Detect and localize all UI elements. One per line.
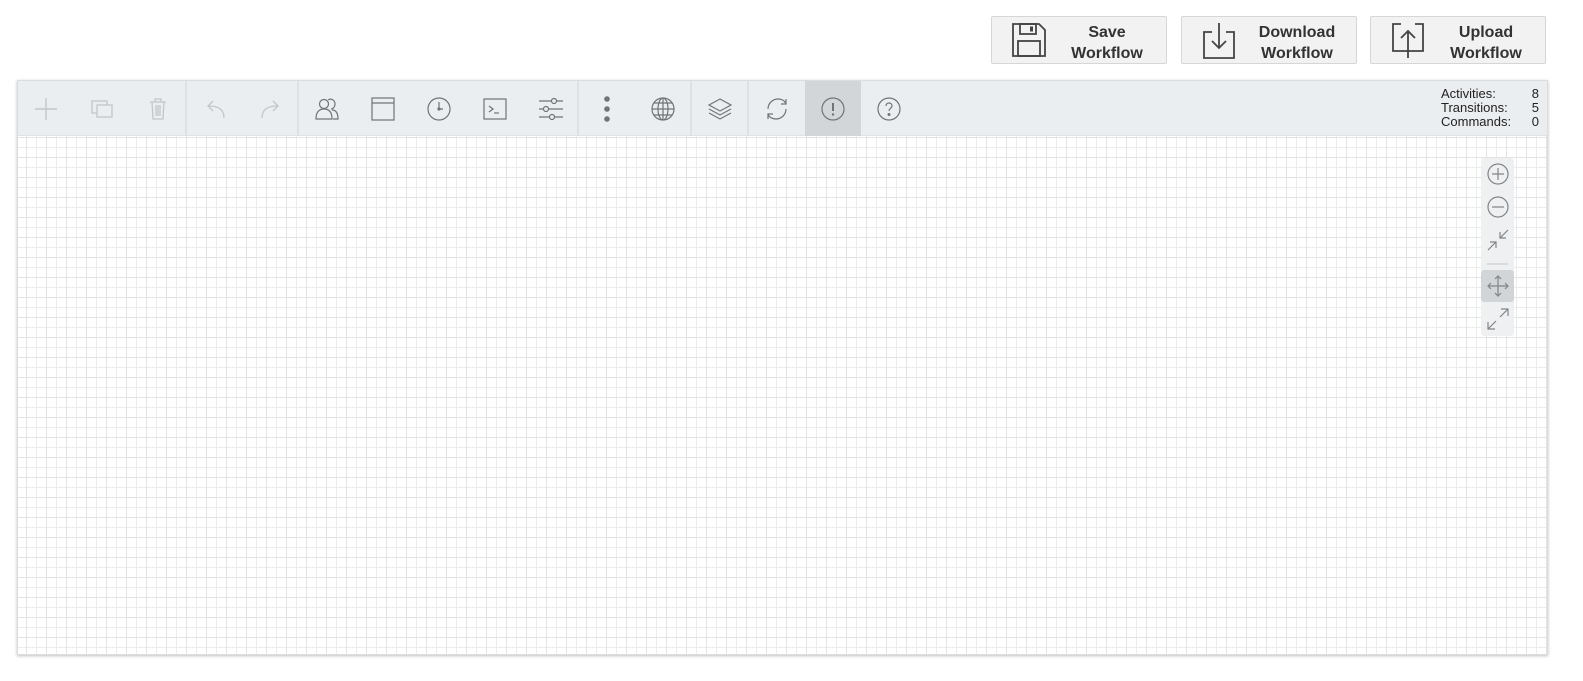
designer-toolbar: Activities: 8 Transitions: 5 Commands: 0 xyxy=(18,81,1547,136)
download-icon xyxy=(1200,21,1238,59)
settings-button[interactable] xyxy=(523,81,579,136)
download-workflow-button[interactable]: Download Workflow xyxy=(1181,16,1357,64)
window-icon xyxy=(370,96,396,122)
workflow-stats: Activities: 8 Transitions: 5 Commands: 0 xyxy=(1441,87,1539,129)
upload-icon xyxy=(1389,21,1427,59)
pan-mode-button[interactable] xyxy=(1481,270,1514,302)
actors-icon xyxy=(314,96,340,122)
transitions-stat: Transitions: 5 xyxy=(1441,101,1539,115)
zoom-out-icon xyxy=(1486,196,1509,218)
upload-workflow-label: Upload Workflow xyxy=(1450,24,1522,62)
validate-button[interactable] xyxy=(805,81,861,136)
zoom-in-button[interactable] xyxy=(1481,158,1514,190)
header-actions: Save Workflow Download Workflow Upload W… xyxy=(0,16,1583,66)
upload-workflow-button[interactable]: Upload Workflow xyxy=(1370,16,1546,64)
copy-icon xyxy=(89,96,115,122)
sliders-icon xyxy=(538,96,564,122)
more-options-button[interactable] xyxy=(579,81,635,136)
move-icon xyxy=(1486,274,1510,298)
shrink-icon xyxy=(1486,228,1510,252)
layers-icon xyxy=(707,96,733,122)
trash-icon xyxy=(145,96,171,122)
zoom-controls xyxy=(1481,158,1514,336)
expand-icon xyxy=(1486,307,1510,331)
more-vertical-icon xyxy=(594,95,620,122)
commands-count: 0 xyxy=(1531,114,1539,129)
commands-button[interactable] xyxy=(467,81,523,136)
transitions-label: Transitions: xyxy=(1441,100,1508,115)
transitions-count: 5 xyxy=(1531,100,1539,115)
floppy-disk-icon xyxy=(1010,21,1048,59)
clock-icon xyxy=(426,96,452,122)
copy-selected-button[interactable] xyxy=(74,81,130,136)
workflow-designer: Activities: 8 Transitions: 5 Commands: 0 xyxy=(17,80,1548,655)
zoom-in-icon xyxy=(1486,163,1509,185)
delete-selected-button[interactable] xyxy=(130,81,186,136)
commands-label: Commands: xyxy=(1441,114,1512,129)
layers-button[interactable] xyxy=(692,81,748,136)
alert-icon xyxy=(820,96,846,122)
undo-icon xyxy=(202,96,228,122)
redo-button[interactable] xyxy=(243,81,299,136)
reset-zoom-button[interactable] xyxy=(1481,224,1514,256)
designer-canvas[interactable] xyxy=(18,136,1547,654)
activities-stat: Activities: 8 xyxy=(1441,87,1539,101)
refresh-icon xyxy=(764,96,790,122)
fullscreen-button[interactable] xyxy=(1481,303,1514,335)
undo-button[interactable] xyxy=(187,81,243,136)
save-workflow-label: Save Workflow xyxy=(1071,24,1143,62)
download-workflow-label: Download Workflow xyxy=(1258,24,1336,62)
help-icon xyxy=(876,96,902,122)
add-activity-button[interactable] xyxy=(18,81,74,136)
plus-icon xyxy=(33,96,59,122)
refresh-button[interactable] xyxy=(749,81,805,136)
timers-button[interactable] xyxy=(411,81,467,136)
zoom-out-button[interactable] xyxy=(1481,191,1514,223)
terminal-icon xyxy=(482,96,508,122)
help-button[interactable] xyxy=(861,81,917,136)
activities-label: Activities: xyxy=(1441,86,1496,101)
zoom-divider xyxy=(1487,263,1508,265)
redo-icon xyxy=(258,96,284,122)
globe-icon xyxy=(650,96,676,122)
save-workflow-button[interactable]: Save Workflow xyxy=(991,16,1167,64)
actors-button[interactable] xyxy=(299,81,355,136)
commands-stat: Commands: 0 xyxy=(1441,115,1539,129)
localization-button[interactable] xyxy=(635,81,691,136)
parameters-button[interactable] xyxy=(355,81,411,136)
activities-count: 8 xyxy=(1531,86,1539,101)
